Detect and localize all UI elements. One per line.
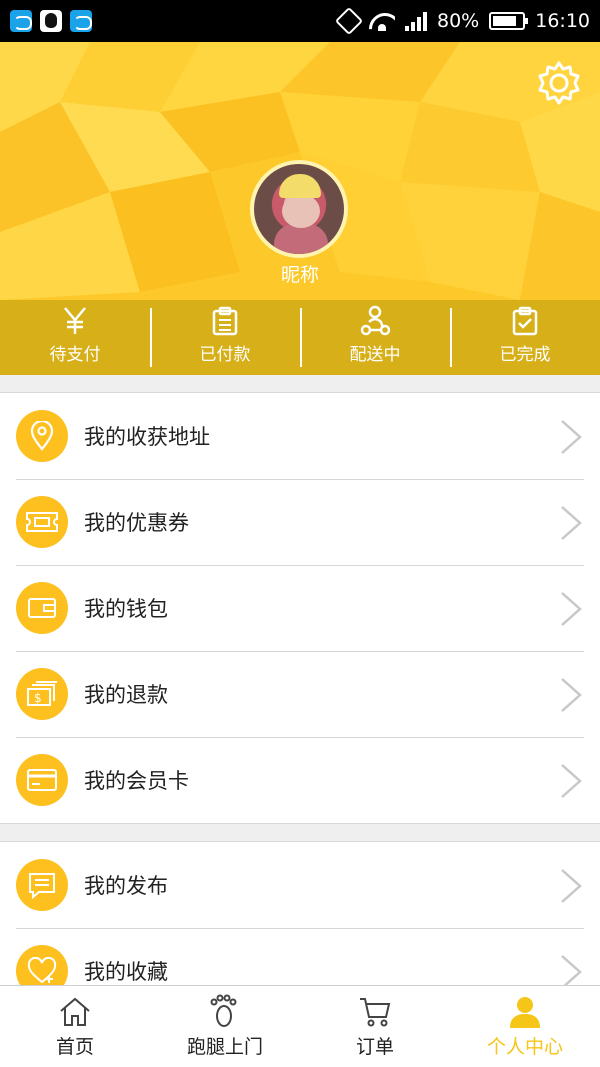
menu-item-member-card[interactable]: 我的会员卡	[0, 737, 600, 823]
nav-label: 个人中心	[486, 1036, 563, 1058]
member-card-icon	[16, 754, 68, 806]
clock: 16:10	[535, 10, 590, 32]
qq-icon	[40, 10, 62, 32]
clipboard-check-icon	[512, 306, 538, 336]
order-delivering[interactable]: 配送中	[300, 300, 450, 375]
chevron-right-icon	[561, 592, 582, 626]
menu-label: 我的优惠券	[84, 511, 189, 535]
footprint-icon	[210, 994, 237, 1027]
message-icon	[16, 859, 68, 911]
order-label: 已完成	[499, 345, 551, 365]
delivery-icon	[360, 305, 391, 336]
chevron-right-icon	[561, 420, 582, 454]
nav-errand[interactable]: 跑腿上门	[150, 986, 300, 1067]
notification-app-icon	[10, 10, 32, 32]
chevron-right-icon	[561, 955, 582, 987]
nav-label: 首页	[55, 1036, 94, 1058]
menu-label: 我的退款	[84, 683, 168, 707]
wifi-icon	[369, 11, 395, 31]
status-bar: 80% 16:10	[0, 0, 600, 42]
avatar[interactable]	[250, 160, 348, 258]
nav-home[interactable]: 首页	[0, 986, 150, 1067]
order-label: 待支付	[49, 345, 101, 365]
order-paid[interactable]: 已付款	[150, 300, 300, 375]
nickname[interactable]: 昵称	[0, 260, 600, 287]
order-pending-payment[interactable]: 待支付	[0, 300, 150, 375]
menu-label: 我的发布	[84, 874, 168, 898]
favorite-icon	[16, 945, 68, 987]
menu-item-coupons[interactable]: 我的优惠券	[0, 479, 600, 565]
chevron-right-icon	[561, 869, 582, 903]
bottom-navigation: 首页 跑腿上门 订单 个人中心	[0, 985, 600, 1067]
home-icon	[60, 997, 90, 1026]
location-pin-icon	[16, 410, 68, 462]
menu-group-content: 我的发布 我的收藏	[0, 841, 600, 987]
menu-label: 我的收获地址	[84, 425, 210, 449]
battery-percent: 80%	[437, 10, 480, 32]
order-label: 配送中	[349, 345, 401, 365]
clipboard-icon	[212, 306, 238, 336]
nav-profile[interactable]: 个人中心	[450, 986, 600, 1067]
menu-item-refunds[interactable]: $ 我的退款	[0, 651, 600, 737]
auto-rotate-icon	[334, 6, 364, 36]
yen-icon	[64, 307, 86, 334]
person-icon	[510, 997, 540, 1028]
order-label: 已付款	[199, 345, 251, 365]
gear-icon[interactable]	[536, 60, 582, 106]
menu-item-address[interactable]: 我的收获地址	[0, 393, 600, 479]
nav-orders[interactable]: 订单	[300, 986, 450, 1067]
menu-item-my-posts[interactable]: 我的发布	[0, 842, 600, 928]
notification-app-icon	[70, 10, 92, 32]
wallet-icon	[16, 582, 68, 634]
menu-label: 我的钱包	[84, 597, 168, 621]
svg-text:$: $	[34, 691, 42, 705]
coupon-icon	[16, 496, 68, 548]
order-completed[interactable]: 已完成	[450, 300, 600, 375]
profile-header: 昵称 待支付 已付款 配送中 已完成	[0, 42, 600, 375]
menu-group-account: 我的收获地址 我的优惠券 我的钱包 $ 我的退款 我的会员卡	[0, 392, 600, 824]
nav-label: 跑腿上门	[186, 1036, 263, 1058]
menu-item-wallet[interactable]: 我的钱包	[0, 565, 600, 651]
refund-icon: $	[16, 668, 68, 720]
order-status-bar: 待支付 已付款 配送中 已完成	[0, 300, 600, 375]
menu-label: 我的收藏	[84, 960, 168, 984]
signal-icon	[405, 11, 427, 31]
battery-icon	[489, 12, 529, 30]
menu-label: 我的会员卡	[84, 769, 189, 793]
nav-label: 订单	[355, 1036, 394, 1058]
menu-item-favorites[interactable]: 我的收藏	[0, 928, 600, 987]
chevron-right-icon	[561, 678, 582, 712]
chevron-right-icon	[561, 506, 582, 540]
chevron-right-icon	[561, 764, 582, 798]
cart-icon	[360, 998, 391, 1027]
